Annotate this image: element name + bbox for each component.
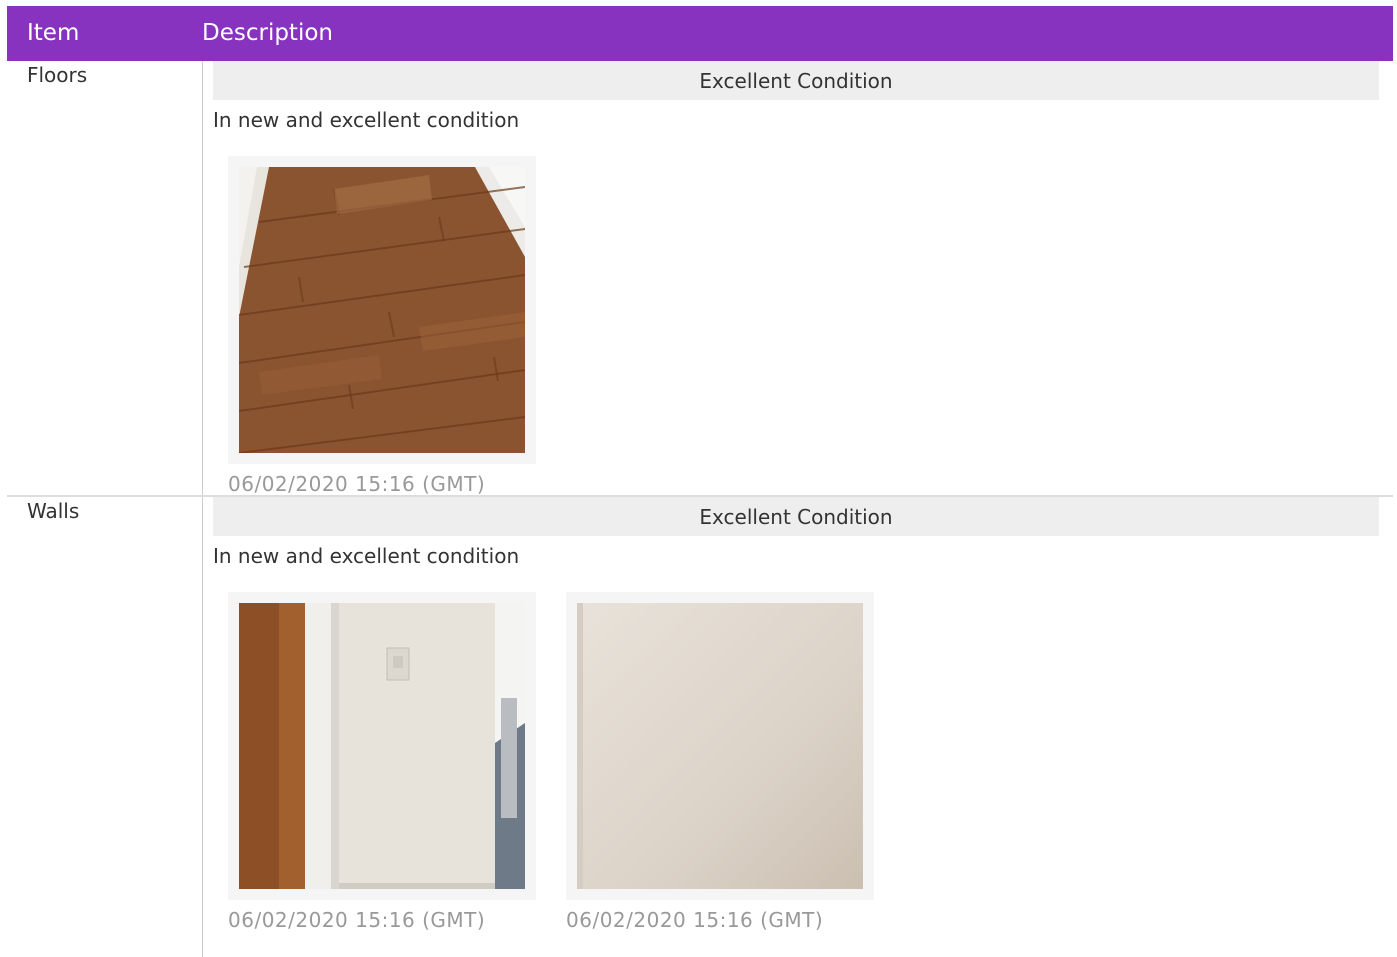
item-description: Excellent Condition In new and excellent…: [213, 497, 1379, 932]
condition-note: In new and excellent condition: [213, 108, 520, 132]
photo-item[interactable]: 06/02/2020 15:16 (GMT): [228, 156, 536, 496]
photo-thumbnail[interactable]: [228, 592, 536, 900]
item-name: Walls: [27, 499, 80, 523]
photo-timestamp: 06/02/2020 15:16 (GMT): [228, 472, 486, 496]
table-row: Floors Excellent Condition In new and ex…: [7, 61, 1393, 497]
column-divider: [202, 61, 203, 495]
condition-rating: Excellent Condition: [213, 61, 1379, 100]
condition-rating: Excellent Condition: [213, 497, 1379, 536]
photo-timestamp: 06/02/2020 15:16 (GMT): [228, 908, 486, 932]
door-wall-photo: [239, 603, 525, 889]
photo-thumbnail[interactable]: [566, 592, 874, 900]
photo-item[interactable]: 06/02/2020 15:16 (GMT): [228, 592, 536, 932]
item-name: Floors: [27, 63, 88, 87]
inventory-report: Item Description Floors Excellent Condit…: [7, 6, 1393, 957]
column-header-description: Description: [202, 20, 333, 46]
plain-wall-photo: [577, 603, 863, 889]
table-row: Walls Excellent Condition In new and exc…: [7, 497, 1393, 957]
photo-timestamp: 06/02/2020 15:16 (GMT): [566, 908, 824, 932]
column-divider: [202, 497, 203, 957]
condition-note: In new and excellent condition: [213, 544, 520, 568]
photo-item[interactable]: 06/02/2020 15:16 (GMT): [566, 592, 874, 932]
item-description: Excellent Condition In new and excellent…: [213, 61, 1379, 496]
wood-floor-photo: [239, 167, 525, 453]
table-header: Item Description: [7, 6, 1393, 61]
column-header-item: Item: [27, 20, 80, 46]
photo-thumbnail[interactable]: [228, 156, 536, 464]
